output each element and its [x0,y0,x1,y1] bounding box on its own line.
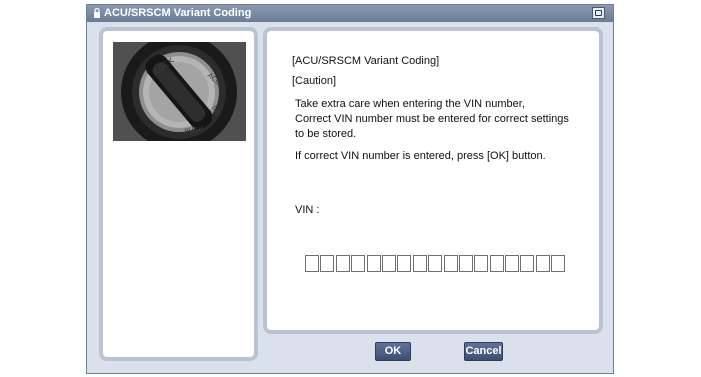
camera-icon [595,10,602,16]
ignition-key-switch-image: LOCK ACC ON PUSH [113,42,246,141]
capture-button[interactable] [592,7,605,19]
vin-input[interactable] [305,255,567,274]
vin-char-box[interactable] [335,255,350,272]
vin-char-box[interactable] [320,255,335,272]
page-heading: [ACU/SRSCM Variant Coding] [292,55,440,67]
vin-char-box[interactable] [505,255,520,272]
vin-char-box[interactable] [381,255,396,272]
vin-char-box[interactable] [489,255,504,272]
instruction-line-1: Take extra care when entering the VIN nu… [295,98,525,110]
vin-label: VIN : [295,204,320,216]
title-bar[interactable]: ACU/SRSCM Variant Coding [87,5,613,22]
vin-char-box[interactable] [443,255,458,272]
ok-button[interactable]: OK [375,342,411,361]
cancel-button[interactable]: Cancel [464,342,503,361]
vin-char-box[interactable] [366,255,381,272]
vin-char-box[interactable] [412,255,427,272]
dialog-window: ACU/SRSCM Variant Coding LOCK ACC ON PUS… [86,4,614,374]
app-icon [94,8,100,18]
instruction-line-2: Correct VIN number must be entered for c… [295,113,569,125]
vin-char-box[interactable] [351,255,366,272]
vin-char-box[interactable] [428,255,443,272]
vin-char-box[interactable] [535,255,550,272]
vin-char-box[interactable] [520,255,535,272]
vin-char-box[interactable] [551,255,566,272]
content-panel: [ACU/SRSCM Variant Coding] [Caution] Tak… [263,27,603,334]
vin-char-box[interactable] [474,255,489,272]
vin-char-box[interactable] [458,255,473,272]
instruction-line-3: to be stored. [295,128,357,140]
vin-char-box[interactable] [397,255,412,272]
vin-char-box[interactable] [305,255,319,272]
caution-label: [Caution] [292,75,337,87]
instruction-line-4: If correct VIN number is entered, press … [295,150,546,162]
window-title: ACU/SRSCM Variant Coding [104,7,252,19]
image-panel: LOCK ACC ON PUSH [99,27,258,361]
